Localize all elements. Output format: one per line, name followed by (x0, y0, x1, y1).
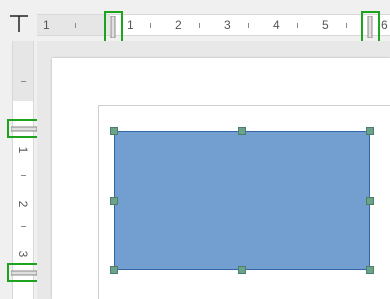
resize-handle-top-left[interactable] (110, 127, 118, 135)
margin-marker-icon[interactable] (11, 124, 37, 134)
ruler-number: 1 (16, 146, 30, 154)
ruler-tick (21, 81, 26, 82)
margin-marker-icon[interactable] (365, 16, 375, 38)
ruler-tick (21, 175, 26, 176)
page-margin-guide (98, 105, 99, 299)
tab-stop-icon[interactable] (8, 10, 30, 34)
ruler-number: 1 (43, 18, 50, 32)
ruler-number: 6 (381, 18, 388, 32)
ruler-tick (199, 23, 200, 28)
resize-handle-top[interactable] (238, 127, 246, 135)
ruler-number: 4 (273, 18, 280, 32)
horizontal-ruler[interactable]: 1 1 2 3 4 5 6 (37, 14, 390, 36)
margin-marker-icon[interactable] (108, 16, 118, 38)
ruler-number: 3 (224, 18, 231, 32)
ruler-tick (21, 226, 26, 227)
ruler-number: 1 (127, 18, 134, 32)
ruler-tick (346, 23, 347, 28)
resize-handle-top-right[interactable] (366, 127, 374, 135)
ruler-tick (150, 23, 151, 28)
resize-handle-bottom[interactable] (238, 266, 246, 274)
rectangle-shape[interactable] (114, 131, 370, 270)
page-margin-guide (98, 105, 390, 106)
resize-handle-right[interactable] (366, 197, 374, 205)
ruler-number: 3 (16, 250, 30, 258)
ruler-number: 2 (175, 18, 182, 32)
vertical-ruler-top-margin (13, 41, 33, 101)
ruler-tick (248, 23, 249, 28)
resize-handle-bottom-right[interactable] (366, 266, 374, 274)
ruler-number: 5 (322, 18, 329, 32)
resize-handle-bottom-left[interactable] (110, 266, 118, 274)
ruler-tick (75, 23, 76, 28)
resize-handle-left[interactable] (110, 197, 118, 205)
vertical-ruler[interactable]: 1 2 3 (12, 41, 34, 299)
ruler-tick (297, 23, 298, 28)
ruler-number: 2 (16, 200, 30, 208)
margin-marker-icon[interactable] (11, 268, 37, 278)
